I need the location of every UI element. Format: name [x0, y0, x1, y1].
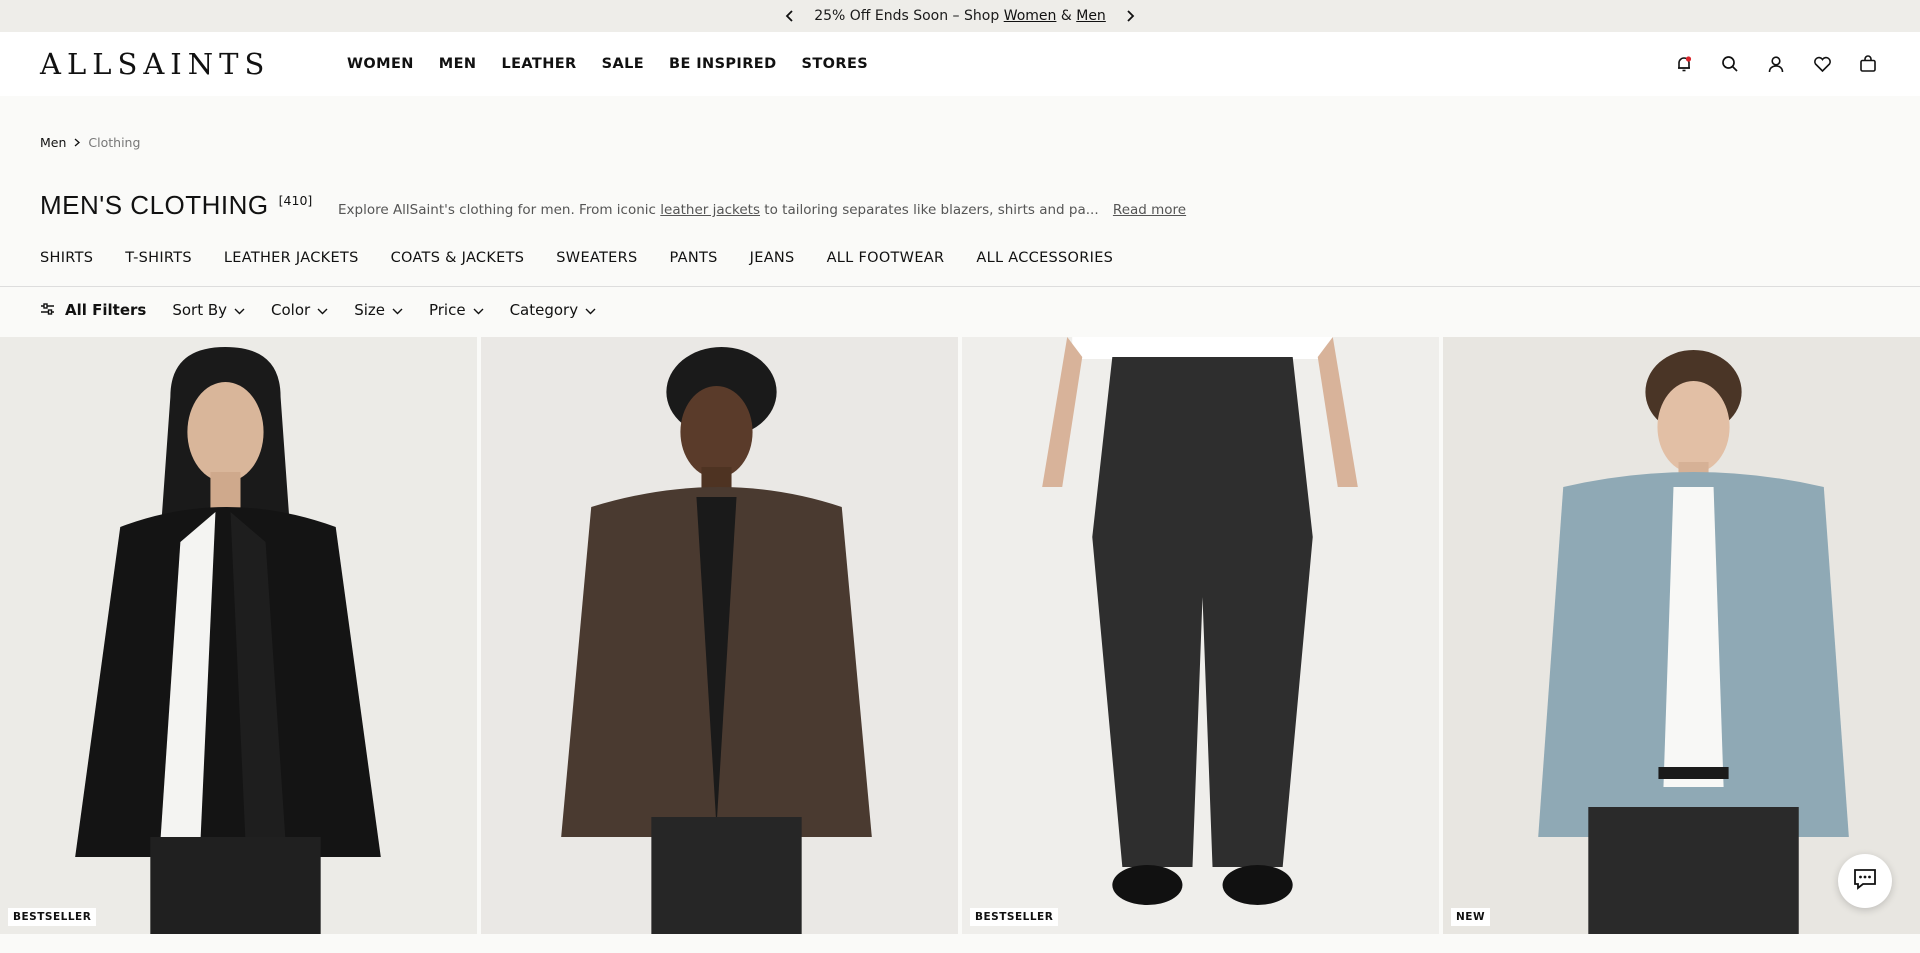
desc-suffix: to tailoring separates like blazers, shi… — [760, 202, 1099, 218]
product-image — [481, 337, 958, 934]
product-image — [1443, 337, 1920, 934]
product-card[interactable]: BESTSELLER — [962, 337, 1439, 934]
category-pants[interactable]: PANTS — [670, 250, 718, 266]
price-label: Price — [428, 301, 466, 319]
chevron-down-icon — [234, 301, 245, 319]
nav-men[interactable]: MEN — [439, 56, 477, 72]
product-card[interactable] — [481, 337, 958, 934]
color-dropdown[interactable]: Color — [271, 301, 328, 319]
category-label: Category — [509, 301, 579, 319]
nav-women[interactable]: WOMEN — [347, 56, 414, 72]
chevron-right-icon[interactable] — [1124, 10, 1136, 22]
product-card[interactable]: NEW — [1443, 337, 1920, 934]
breadcrumb-current: Clothing — [88, 135, 141, 150]
site-header: ALLSAINTS WOMEN MEN LEATHER SALE BE INSP… — [0, 32, 1920, 96]
category-all-footwear[interactable]: ALL FOOTWEAR — [827, 250, 945, 266]
page-title: MEN'S CLOTHING — [40, 190, 269, 220]
category-jeans[interactable]: JEANS — [750, 250, 795, 266]
category-all-accessories[interactable]: ALL ACCESSORIES — [976, 250, 1113, 266]
chat-icon — [1852, 867, 1878, 895]
product-grid: BESTSELLER BESTSELLER NEW — [0, 337, 1920, 934]
divider — [0, 286, 1920, 287]
chevron-down-icon — [317, 301, 328, 319]
sort-by-label: Sort By — [172, 301, 228, 319]
desc-prefix: Explore AllSaint's clothing for men. Fro… — [338, 202, 661, 218]
promo-text: 25% Off Ends Soon – Shop Women & Men — [814, 8, 1106, 24]
promo-amp: & — [1056, 8, 1077, 24]
color-label: Color — [271, 301, 311, 319]
filter-bar: All Filters Sort By Color Size Price Cat… — [40, 301, 596, 319]
sliders-icon — [40, 301, 55, 319]
main-nav: WOMEN MEN LEATHER SALE BE INSPIRED STORE… — [347, 56, 868, 72]
read-more-link[interactable]: Read more — [1113, 202, 1186, 218]
product-badge: NEW — [1451, 908, 1491, 926]
title-row: MEN'S CLOTHING [410] Explore AllSaint's … — [40, 190, 1920, 221]
sort-by-dropdown[interactable]: Sort By — [172, 301, 245, 319]
size-dropdown[interactable]: Size — [354, 301, 403, 319]
promo-men-link[interactable]: Men — [1076, 8, 1106, 24]
bag-icon[interactable] — [1856, 52, 1880, 76]
product-count: [410] — [278, 193, 313, 208]
all-filters-label: All Filters — [65, 301, 147, 319]
breadcrumb-men[interactable]: Men — [40, 135, 66, 150]
bell-icon[interactable] — [1672, 52, 1696, 76]
size-label: Size — [354, 301, 385, 319]
category-sweaters[interactable]: SWEATERS — [556, 250, 637, 266]
chevron-left-icon[interactable] — [784, 10, 796, 22]
chevron-down-icon — [392, 301, 403, 319]
page-footer-strip — [0, 934, 1920, 953]
promo-bar: 25% Off Ends Soon – Shop Women & Men — [0, 0, 1920, 32]
search-icon[interactable] — [1718, 52, 1742, 76]
product-image — [962, 337, 1439, 934]
category-links: SHIRTS T-SHIRTS LEATHER JACKETS COATS & … — [40, 250, 1113, 266]
price-dropdown[interactable]: Price — [429, 301, 484, 319]
promo-women-link[interactable]: Women — [1004, 8, 1057, 24]
nav-be-inspired[interactable]: BE INSPIRED — [669, 56, 777, 72]
chat-button[interactable] — [1838, 854, 1892, 908]
product-card[interactable]: BESTSELLER — [0, 337, 477, 934]
category-shirts[interactable]: SHIRTS — [40, 250, 93, 266]
category-leather-jackets[interactable]: LEATHER JACKETS — [224, 250, 359, 266]
category-dropdown[interactable]: Category — [510, 301, 597, 319]
product-badge: BESTSELLER — [8, 908, 97, 926]
heart-icon[interactable] — [1810, 52, 1834, 76]
nav-stores[interactable]: STORES — [802, 56, 869, 72]
chevron-down-icon — [473, 301, 484, 319]
account-icon[interactable] — [1764, 52, 1788, 76]
product-image — [0, 337, 477, 934]
category-description: Explore AllSaint's clothing for men. Fro… — [338, 202, 1186, 218]
header-icons — [1672, 52, 1880, 76]
nav-leather[interactable]: LEATHER — [501, 56, 576, 72]
chevron-down-icon — [585, 301, 596, 319]
chevron-right-icon — [74, 135, 81, 150]
leather-jackets-link[interactable]: leather jackets — [660, 202, 760, 218]
promo-prefix: 25% Off Ends Soon – Shop — [814, 8, 1004, 24]
breadcrumb: Men Clothing — [40, 135, 140, 150]
logo[interactable]: ALLSAINTS — [40, 47, 316, 81]
all-filters-button[interactable]: All Filters — [40, 301, 146, 319]
product-badge: BESTSELLER — [970, 908, 1059, 926]
category-coats-jackets[interactable]: COATS & JACKETS — [391, 250, 525, 266]
category-t-shirts[interactable]: T-SHIRTS — [125, 250, 192, 266]
nav-sale[interactable]: SALE — [602, 56, 644, 72]
